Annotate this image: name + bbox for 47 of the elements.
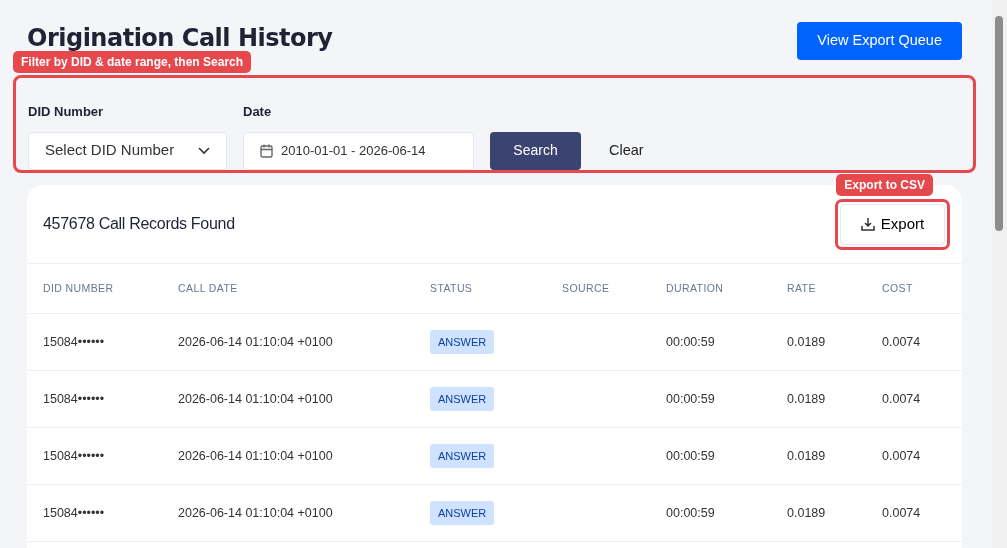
clear-button[interactable]: Clear (589, 131, 664, 170)
table-cell-text: 00:00:59 (666, 447, 716, 465)
download-icon (860, 217, 875, 231)
column-header: COST (882, 280, 914, 296)
calendar-icon (260, 143, 273, 158)
column-header: RATE (787, 280, 817, 296)
table-cell-text: 2026-06-14 01:10:04 +0100 (178, 504, 334, 522)
annotation-label: Filter by DID & date range, then Search (13, 51, 252, 73)
column-header: CALL DATE (178, 280, 239, 296)
status-badge: ANSWER (430, 329, 495, 355)
status-badge: ANSWER (430, 443, 495, 469)
chevron-down-icon (198, 146, 210, 155)
date-range-field[interactable]: 2010-01-01 - 2026-06-14 (243, 131, 474, 170)
table-cell-text: 15084•••••• (43, 504, 106, 522)
table-cell-text: 0.0074 (882, 447, 922, 465)
table-cell-text: 0.0189 (787, 504, 827, 522)
table-cell-text: 0.0074 (882, 504, 922, 522)
column-header: DID NUMBER (43, 280, 115, 296)
column-header: SOURCE (562, 280, 611, 296)
table-cell-text: 0.0074 (882, 333, 922, 351)
field-label: DID Number (28, 103, 105, 121)
export-button[interactable]: Export (840, 203, 945, 245)
table-cell-text: 0.0189 (787, 390, 827, 408)
field-label: Date (243, 103, 273, 121)
column-header: STATUS (430, 280, 474, 296)
table-cell-text: 15084•••••• (43, 447, 106, 465)
table-cell-text: 0.0074 (882, 390, 922, 408)
scrollbar-thumb[interactable] (995, 16, 1003, 231)
search-button[interactable]: Search (490, 131, 581, 170)
page-title: Origination Call History (27, 23, 333, 53)
status-badge: ANSWER (430, 500, 495, 526)
table-cell-text: 2026-06-14 01:10:04 +0100 (178, 447, 334, 465)
column-header: DURATION (666, 280, 725, 296)
annotation-label: Export to CSV (836, 173, 933, 196)
table-cell-text: 2026-06-14 01:10:04 +0100 (178, 390, 334, 408)
status-badge: ANSWER (430, 386, 495, 412)
table-cell-text: 15084•••••• (43, 333, 106, 351)
view-export-queue-button[interactable]: View Export Queue (797, 22, 962, 60)
table-cell-text: 15084•••••• (43, 390, 106, 408)
table-cell-text: 00:00:59 (666, 390, 716, 408)
table-cell-text: 0.0189 (787, 333, 827, 351)
did-select[interactable]: Select DID Number (28, 131, 227, 170)
table-cell-text: 2026-06-14 01:10:04 +0100 (178, 333, 334, 351)
table-cell-text: 00:00:59 (666, 333, 716, 351)
table-cell-text: 00:00:59 (666, 504, 716, 522)
table-cell-text: 0.0189 (787, 447, 827, 465)
records-count: 457678 Call Records Found (43, 214, 235, 234)
